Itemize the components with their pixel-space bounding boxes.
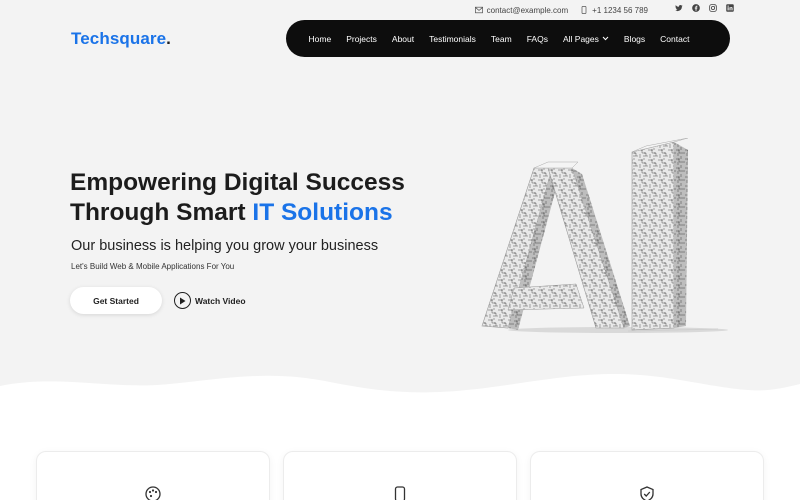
feature-card[interactable]: [36, 451, 270, 500]
nav-testimonials[interactable]: Testimonials: [422, 20, 484, 57]
watch-video-button[interactable]: Watch Video: [174, 292, 246, 309]
phone-contact[interactable]: +1 1234 56 789: [580, 6, 648, 15]
chevron-down-icon: [602, 36, 609, 41]
brand-name: Techsquare: [71, 29, 167, 48]
email-text: contact@example.com: [486, 5, 569, 15]
headline-line-1: Empowering Digital Success: [70, 169, 405, 196]
instagram-icon[interactable]: [709, 4, 717, 12]
wave-divider: [0, 373, 800, 430]
phone-icon: [581, 6, 587, 14]
nav-team[interactable]: Team: [483, 20, 519, 57]
hero-tagline: Let's Build Web & Mobile Applications Fo…: [71, 262, 235, 271]
ai-illustration: [481, 138, 728, 333]
feature-card[interactable]: [530, 451, 764, 500]
nav-blogs[interactable]: Blogs: [616, 20, 652, 57]
main-nav: Home Projects About Testimonials Team FA…: [286, 20, 730, 57]
feature-card[interactable]: [283, 451, 517, 500]
nav-all-pages-label: All Pages: [562, 33, 599, 44]
palette-icon: [145, 486, 161, 500]
nav-all-pages[interactable]: All Pages: [555, 20, 616, 57]
headline-line-2-prefix: Through Smart: [70, 199, 253, 226]
brand-logo[interactable]: Techsquare.: [71, 29, 171, 49]
watch-video-label: Watch Video: [195, 295, 246, 306]
phone-text: +1 1234 56 789: [592, 5, 648, 15]
twitter-icon[interactable]: [675, 4, 683, 12]
hero-headline: Empowering Digital Success Through Smart…: [70, 168, 405, 228]
nav-contact[interactable]: Contact: [653, 20, 697, 57]
nav-home[interactable]: Home: [301, 20, 339, 57]
mail-icon: [474, 6, 483, 14]
headline-accent: IT Solutions: [252, 199, 393, 226]
nav-about[interactable]: About: [384, 20, 421, 57]
play-icon: [174, 292, 191, 309]
facebook-icon[interactable]: [692, 4, 700, 12]
email-contact[interactable]: contact@example.com: [474, 5, 569, 15]
contact-bar: contact@example.com +1 1234 56 789: [474, 4, 648, 16]
brand-dot: .: [166, 29, 171, 48]
social-links: [675, 4, 734, 12]
hero-subhead: Our business is helping you grow your bu…: [71, 238, 379, 254]
mobile-icon: [394, 486, 406, 500]
shield-check-icon: [640, 486, 654, 500]
nav-faqs[interactable]: FAQs: [519, 20, 555, 57]
linkedin-icon[interactable]: [726, 4, 734, 12]
get-started-button[interactable]: Get Started: [70, 287, 162, 314]
nav-projects[interactable]: Projects: [339, 20, 385, 57]
